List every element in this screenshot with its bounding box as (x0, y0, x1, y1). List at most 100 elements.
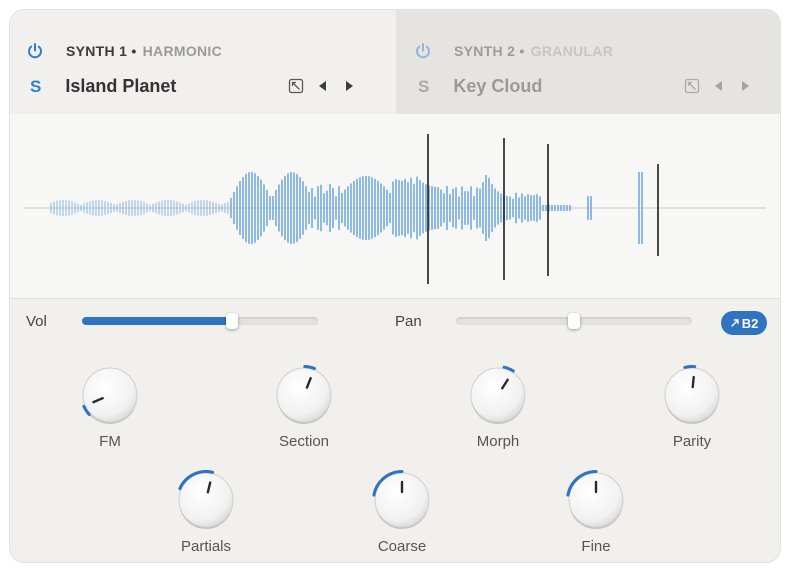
waveform-bar (485, 175, 487, 241)
waveform-bar (83, 203, 85, 213)
knob-label: Morph (476, 433, 520, 450)
waveform-bar (314, 196, 316, 220)
waveform-bar (518, 197, 520, 219)
next-arrow-icon[interactable] (342, 79, 356, 93)
waveform-bar (56, 200, 58, 216)
tab-synth-2[interactable]: SYNTH 2 • GRANULAR S Key Cloud (396, 10, 780, 114)
waveform-bar (473, 196, 475, 220)
knob-label: Parity (672, 433, 712, 450)
waveform-bar (344, 189, 346, 227)
waveform-bar (401, 180, 403, 236)
power-icon[interactable] (26, 42, 44, 60)
waveform-bar (218, 204, 220, 212)
waveform-bar (452, 188, 454, 228)
waveform-bar (59, 200, 61, 216)
knob-morph[interactable] (468, 365, 528, 425)
waveform-bar (71, 201, 73, 215)
synth-2-engine[interactable]: GRANULAR (531, 43, 614, 59)
waveform-bar (269, 195, 271, 221)
synth-1-engine[interactable]: HARMONIC (143, 43, 222, 59)
waveform-bar (119, 203, 121, 213)
waveform-bar (341, 192, 343, 224)
waveform-bar (359, 177, 361, 239)
waveform-bar (137, 200, 139, 216)
waveform-bar (263, 184, 265, 232)
pan-label: Pan (395, 313, 422, 330)
waveform-bar (338, 186, 340, 230)
vol-slider[interactable] (82, 313, 318, 329)
waveform-bar (353, 180, 355, 236)
knob-coarse[interactable] (372, 470, 432, 530)
waveform-bar (404, 178, 406, 238)
waveform-bar (257, 175, 259, 241)
browser-icon[interactable] (288, 78, 304, 94)
knob-fine[interactable] (566, 470, 626, 530)
knob-value-arc (683, 365, 697, 369)
waveform-bar (536, 194, 538, 222)
waveform-bar (155, 202, 157, 214)
synth-tabs: SYNTH 1 • HARMONIC S Island Planet SYNTH… (10, 10, 780, 114)
output-badge[interactable]: B2 (721, 311, 767, 335)
solo-button[interactable]: S (418, 77, 429, 97)
waveform-bar (176, 201, 178, 215)
waveform-bar (185, 204, 187, 212)
knob-parity[interactable] (662, 365, 722, 425)
waveform-bar (116, 204, 118, 212)
prev-arrow-icon[interactable] (712, 79, 726, 93)
waveform[interactable] (10, 114, 780, 298)
waveform-bar (557, 205, 559, 211)
waveform-bar (200, 200, 202, 216)
tab-synth-1[interactable]: SYNTH 1 • HARMONIC S Island Planet (10, 10, 396, 114)
output-badge-label: B2 (741, 315, 759, 331)
waveform-bar (128, 200, 130, 216)
waveform-bar (470, 186, 472, 230)
waveform-bar (80, 204, 82, 212)
knob-label: Partials (180, 538, 232, 555)
next-arrow-icon[interactable] (738, 79, 752, 93)
waveform-bar (221, 204, 223, 212)
waveform-bar (227, 201, 229, 215)
waveform-bar (440, 189, 442, 227)
solo-button[interactable]: S (30, 77, 41, 97)
waveform-bar (389, 192, 391, 224)
preset-name[interactable]: Key Cloud (453, 76, 542, 97)
waveform-bar (515, 192, 517, 224)
waveform-bar (395, 179, 397, 237)
waveform-bar (551, 205, 553, 211)
pan-slider-handle[interactable] (568, 313, 580, 329)
waveform-bar (425, 184, 427, 232)
waveform-bar (530, 195, 532, 221)
waveform-bar (197, 200, 199, 216)
waveform-bar (203, 200, 205, 216)
waveform-bar (347, 186, 349, 230)
knob-dial (372, 470, 430, 529)
waveform-bar (392, 181, 394, 235)
knob-section[interactable] (274, 365, 334, 425)
waveform-bar (380, 183, 382, 233)
vol-slider-handle[interactable] (226, 313, 238, 329)
waveform-bar (239, 181, 241, 235)
synth-1-header: SYNTH 1 • HARMONIC (26, 42, 222, 60)
waveform-bar (254, 173, 256, 243)
waveform-bar (533, 195, 535, 221)
knob-partials[interactable] (176, 470, 236, 530)
waveform-bar (320, 184, 322, 232)
waveform-bar (590, 196, 592, 220)
waveform-bar (248, 172, 250, 244)
waveform-bar (224, 203, 226, 213)
waveform-display[interactable] (10, 114, 780, 298)
preset-name[interactable]: Island Planet (65, 76, 176, 97)
waveform-bar (527, 194, 529, 222)
waveform-bar (89, 201, 91, 215)
waveform-bar (365, 176, 367, 240)
pan-slider[interactable] (456, 313, 692, 329)
waveform-bar (449, 194, 451, 222)
browser-icon[interactable] (684, 78, 700, 94)
waveform-bar (560, 205, 562, 211)
waveform-bar (143, 202, 145, 214)
power-icon[interactable] (414, 42, 432, 60)
waveform-bar (293, 172, 295, 244)
knob-indicator (691, 375, 695, 389)
knob-fm[interactable] (80, 365, 140, 425)
prev-arrow-icon[interactable] (316, 79, 330, 93)
